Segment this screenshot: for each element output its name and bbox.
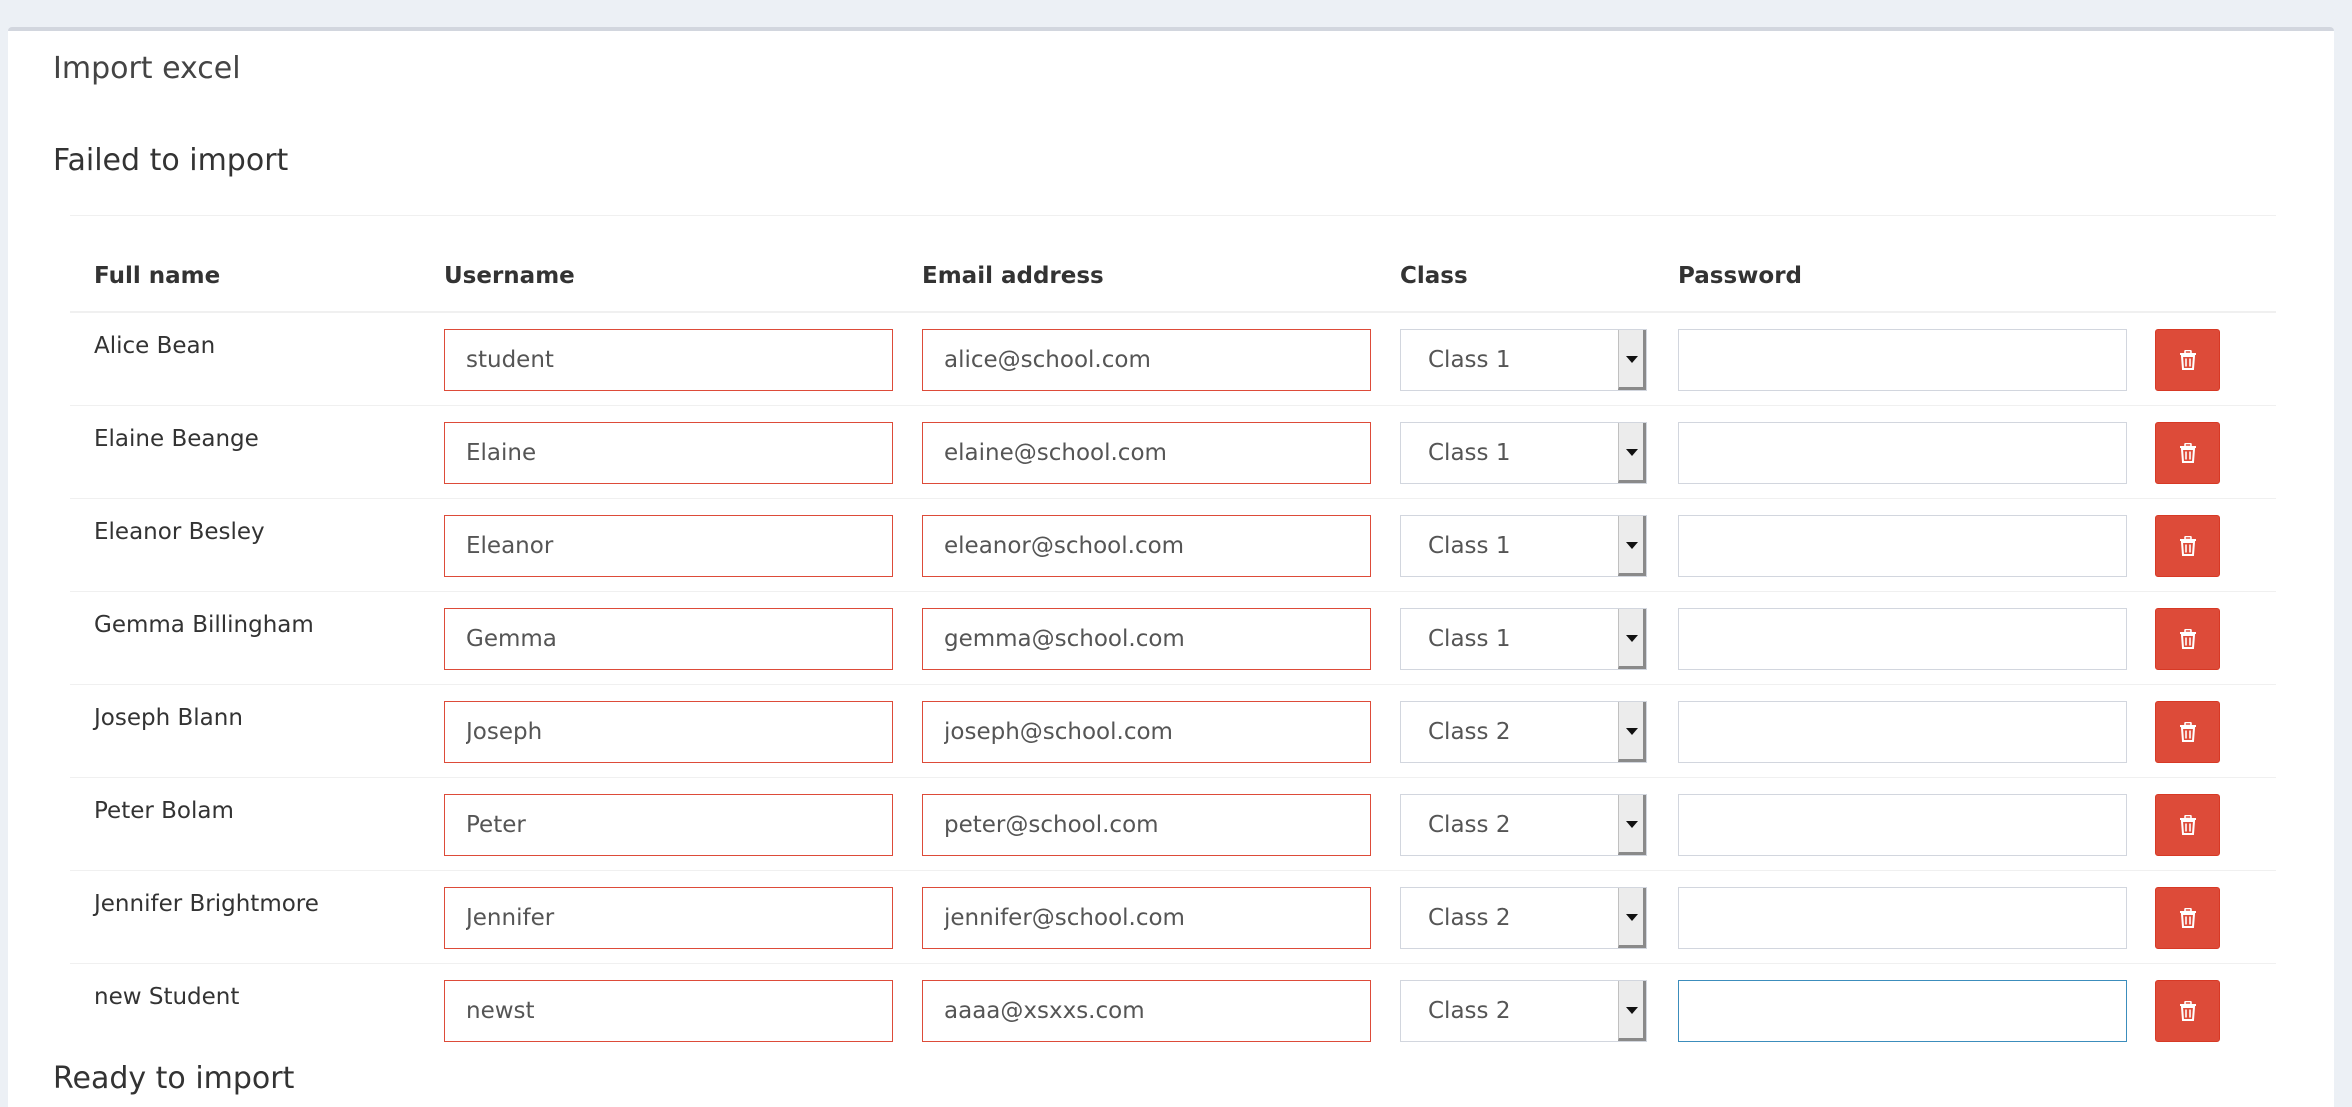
email-input[interactable] [922, 422, 1371, 484]
username-input[interactable] [444, 515, 893, 577]
email-input[interactable] [922, 515, 1371, 577]
class-select[interactable]: Class 2 [1400, 794, 1647, 856]
table-row: Joseph Blann Class 2 [70, 685, 2276, 778]
class-select[interactable]: Class 2 [1400, 980, 1647, 1042]
email-input[interactable] [922, 887, 1371, 949]
caret-down-icon[interactable] [1618, 330, 1646, 390]
class-select[interactable]: Class 1 [1400, 608, 1647, 670]
class-select-value: Class 2 [1428, 719, 1511, 745]
header-password: Password [1678, 263, 1802, 289]
delete-row-button[interactable] [2155, 887, 2220, 949]
trash-icon [2180, 350, 2196, 370]
caret-down-icon[interactable] [1618, 702, 1646, 762]
full-name-cell: Eleanor Besley [94, 519, 265, 545]
import-panel: Import excel Failed to import Full name … [8, 27, 2334, 1107]
email-input[interactable] [922, 701, 1371, 763]
caret-down-icon[interactable] [1618, 981, 1646, 1041]
email-input[interactable] [922, 794, 1371, 856]
username-input[interactable] [444, 887, 893, 949]
full-name-cell: Gemma Billingham [94, 612, 314, 638]
table-row: Gemma Billingham Class 1 [70, 592, 2276, 685]
delete-row-button[interactable] [2155, 608, 2220, 670]
class-select-value: Class 2 [1428, 998, 1511, 1024]
delete-row-button[interactable] [2155, 980, 2220, 1042]
delete-row-button[interactable] [2155, 422, 2220, 484]
table-row: Eleanor Besley Class 1 [70, 499, 2276, 592]
password-input[interactable] [1678, 608, 2127, 670]
delete-row-button[interactable] [2155, 329, 2220, 391]
trash-icon [2180, 1001, 2196, 1021]
class-select-value: Class 2 [1428, 905, 1511, 931]
password-input[interactable] [1678, 794, 2127, 856]
trash-icon [2180, 629, 2196, 649]
trash-icon [2180, 536, 2196, 556]
email-input[interactable] [922, 608, 1371, 670]
caret-down-icon[interactable] [1618, 795, 1646, 855]
username-input[interactable] [444, 422, 893, 484]
class-select[interactable]: Class 1 [1400, 422, 1647, 484]
table-row: Elaine Beange Class 1 [70, 406, 2276, 499]
header-username: Username [444, 263, 575, 289]
username-input[interactable] [444, 794, 893, 856]
full-name-cell: new Student [94, 984, 240, 1010]
password-input[interactable] [1678, 887, 2127, 949]
trash-icon [2180, 443, 2196, 463]
password-input[interactable] [1678, 422, 2127, 484]
class-select-value: Class 1 [1428, 533, 1511, 559]
email-input[interactable] [922, 980, 1371, 1042]
full-name-cell: Alice Bean [94, 333, 216, 359]
delete-row-button[interactable] [2155, 794, 2220, 856]
table-row: new Student Class 2 [70, 964, 2276, 1056]
header-full-name: Full name [94, 263, 221, 289]
class-select-value: Class 1 [1428, 626, 1511, 652]
table-row: Alice Bean Class 1 [70, 313, 2276, 406]
trash-icon [2180, 908, 2196, 928]
header-class: Class [1400, 263, 1468, 289]
class-select[interactable]: Class 2 [1400, 701, 1647, 763]
full-name-cell: Joseph Blann [94, 705, 243, 731]
trash-icon [2180, 815, 2196, 835]
delete-row-button[interactable] [2155, 515, 2220, 577]
caret-down-icon[interactable] [1618, 516, 1646, 576]
password-input[interactable] [1678, 980, 2127, 1042]
failed-section-title: Failed to import [53, 143, 289, 178]
full-name-cell: Jennifer Brightmore [94, 891, 319, 917]
password-input[interactable] [1678, 329, 2127, 391]
class-select[interactable]: Class 2 [1400, 887, 1647, 949]
full-name-cell: Peter Bolam [94, 798, 234, 824]
class-select-value: Class 2 [1428, 812, 1511, 838]
password-input[interactable] [1678, 701, 2127, 763]
caret-down-icon[interactable] [1618, 609, 1646, 669]
username-input[interactable] [444, 980, 893, 1042]
full-name-cell: Elaine Beange [94, 426, 259, 452]
caret-down-icon[interactable] [1618, 888, 1646, 948]
ready-section-title: Ready to import [53, 1061, 295, 1096]
table-row: Jennifer Brightmore Class 2 [70, 871, 2276, 964]
username-input[interactable] [444, 329, 893, 391]
class-select[interactable]: Class 1 [1400, 329, 1647, 391]
username-input[interactable] [444, 608, 893, 670]
header-email: Email address [922, 263, 1104, 289]
class-select-value: Class 1 [1428, 440, 1511, 466]
table-row: Peter Bolam Class 2 [70, 778, 2276, 871]
page-title: Import excel [53, 51, 241, 86]
delete-row-button[interactable] [2155, 701, 2220, 763]
password-input[interactable] [1678, 515, 2127, 577]
trash-icon [2180, 722, 2196, 742]
username-input[interactable] [444, 701, 893, 763]
email-input[interactable] [922, 329, 1371, 391]
class-select-value: Class 1 [1428, 347, 1511, 373]
caret-down-icon[interactable] [1618, 423, 1646, 483]
class-select[interactable]: Class 1 [1400, 515, 1647, 577]
